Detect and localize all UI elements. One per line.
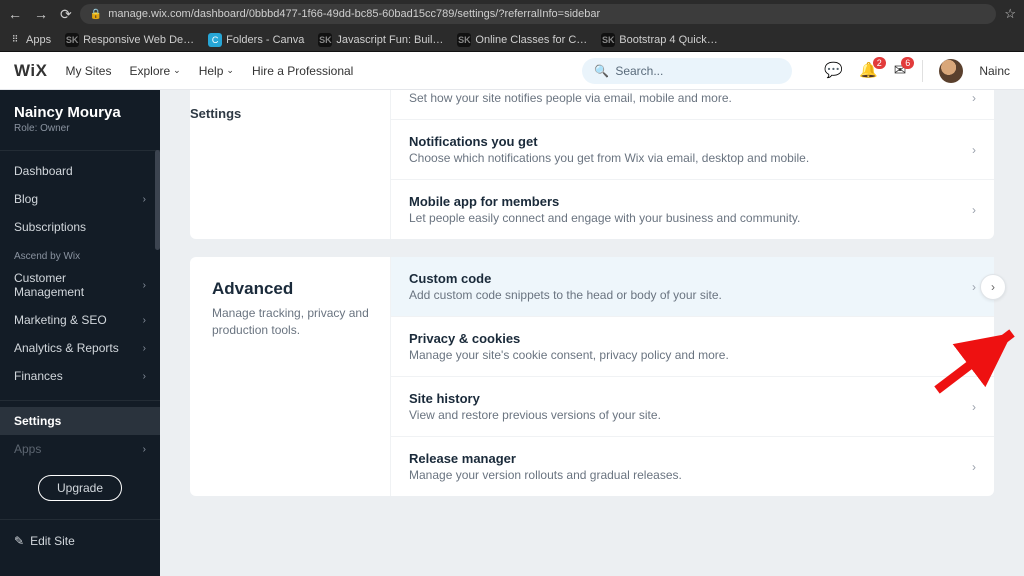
sidebar-item-customer-management[interactable]: Customer Management› [0,264,160,306]
bookmark-item[interactable]: SKOnline Classes for C… [457,33,587,47]
chevron-right-icon: › [143,280,146,291]
settings-row-custom-code[interactable]: Custom code Add custom code snippets to … [391,257,994,316]
divider [0,519,160,520]
sidebar-item-marketing-seo[interactable]: Marketing & SEO› [0,306,160,334]
content-area: Settings Set how your site notifies peop… [160,90,1024,576]
inbox-icon[interactable]: ✉6 [894,63,907,78]
divider [922,60,923,82]
address-bar[interactable]: 🔒 manage.wix.com/dashboard/0bbbd477-1f66… [80,4,997,24]
edit-site-button[interactable]: ✎Edit Site [0,526,160,556]
favicon: SK [65,33,79,47]
settings-panel-advanced: Advanced Manage tracking, privacy and pr… [190,257,994,496]
settings-row-privacy-cookies[interactable]: Privacy & cookies Manage your site's coo… [391,316,994,376]
badge: 6 [901,57,914,69]
chevron-right-icon: › [143,343,146,354]
nav-explore[interactable]: Explore⌄ [129,64,180,78]
favicon: SK [601,33,615,47]
sidebar-item-blog[interactable]: Blog› [0,185,160,213]
chevron-right-icon: › [972,203,976,217]
bookmark-item[interactable]: CFolders - Canva [208,33,304,47]
sidebar-item-settings[interactable]: Settings [0,407,160,435]
sidebar-item-analytics-reports[interactable]: Analytics & Reports› [0,334,160,362]
settings-row-site-history[interactable]: Site history View and restore previous v… [391,376,994,436]
favicon: SK [318,33,332,47]
upgrade-button[interactable]: Upgrade [38,475,122,501]
bookmark-item[interactable]: SKResponsive Web De… [65,33,194,47]
pencil-icon: ✎ [14,534,24,548]
sidebar-item-apps[interactable]: Apps› [0,435,160,463]
panel-description: Manage tracking, privacy and production … [212,305,374,339]
lock-icon: 🔒 [90,9,102,20]
bookmark-star-icon[interactable]: ☆ [1004,6,1016,22]
open-custom-code-button[interactable]: › [980,274,1006,300]
bookmark-item[interactable]: SKBootstrap 4 Quick… [601,33,717,47]
bookmarks-bar: ⠿Apps SKResponsive Web De… CFolders - Ca… [0,28,1024,52]
bookmark-item[interactable]: SKJavascript Fun: Buil… [318,33,443,47]
wix-topbar: WiX My Sites Explore⌄ Help⌄ Hire a Profe… [0,52,1024,90]
forward-icon[interactable]: → [34,6,48,23]
chevron-right-icon: › [972,400,976,414]
settings-row-notifications-you-get[interactable]: Notifications you get Choose which notif… [391,119,994,179]
divider [0,400,160,401]
panel-title: Advanced [212,279,374,299]
chevron-right-icon: › [143,444,146,455]
user-role: Role: Owner [14,123,146,134]
back-icon[interactable]: ← [8,6,22,23]
search-icon: 🔍 [594,64,609,78]
nav-help[interactable]: Help⌄ [199,64,234,78]
chevron-down-icon: ⌄ [173,65,181,76]
search-input[interactable]: 🔍 Search... [582,58,792,84]
settings-row[interactable]: Set how your site notifies people via em… [391,90,994,119]
site-name: Naincy Mourya [14,104,146,121]
favicon: SK [457,33,471,47]
chevron-right-icon: › [972,280,976,294]
badge: 2 [873,57,886,69]
chevron-right-icon: › [143,371,146,382]
sidebar-item-finances[interactable]: Finances› [0,362,160,390]
favicon: C [208,33,222,47]
chevron-right-icon: › [972,143,976,157]
sidebar-section-label: Ascend by Wix [0,241,160,264]
avatar[interactable] [939,59,963,83]
sidebar-item-subscriptions[interactable]: Subscriptions [0,213,160,241]
bookmark-apps[interactable]: ⠿Apps [8,33,51,47]
apps-icon: ⠿ [8,33,22,47]
chevron-right-icon: › [972,91,976,105]
chevron-right-icon: › [143,315,146,326]
settings-row-mobile-app[interactable]: Mobile app for members Let people easily… [391,179,994,239]
username[interactable]: Nainc [979,64,1010,78]
wix-logo[interactable]: WiX [14,61,47,81]
reload-icon[interactable]: ⟳ [60,6,72,23]
browser-toolbar: ← → ⟳ 🔒 manage.wix.com/dashboard/0bbbd47… [0,0,1024,28]
search-placeholder: Search... [615,64,663,78]
nav-my-sites[interactable]: My Sites [65,64,111,78]
divider [0,150,160,151]
url-text: manage.wix.com/dashboard/0bbbd477-1f66-4… [108,8,600,20]
chevron-right-icon: › [143,194,146,205]
chevron-right-icon: › [972,340,976,354]
sidebar: Naincy Mourya Role: Owner Dashboard Blog… [0,90,160,576]
nav-hire[interactable]: Hire a Professional [252,64,353,78]
chevron-down-icon: ⌄ [226,65,234,76]
chevron-right-icon: › [972,460,976,474]
settings-row-release-manager[interactable]: Release manager Manage your version roll… [391,436,994,496]
sidebar-item-dashboard[interactable]: Dashboard [0,157,160,185]
chat-icon[interactable]: 💬 [824,63,843,78]
bell-icon[interactable]: 🔔2 [859,63,878,78]
settings-panel-communications: Set how your site notifies people via em… [190,90,994,239]
